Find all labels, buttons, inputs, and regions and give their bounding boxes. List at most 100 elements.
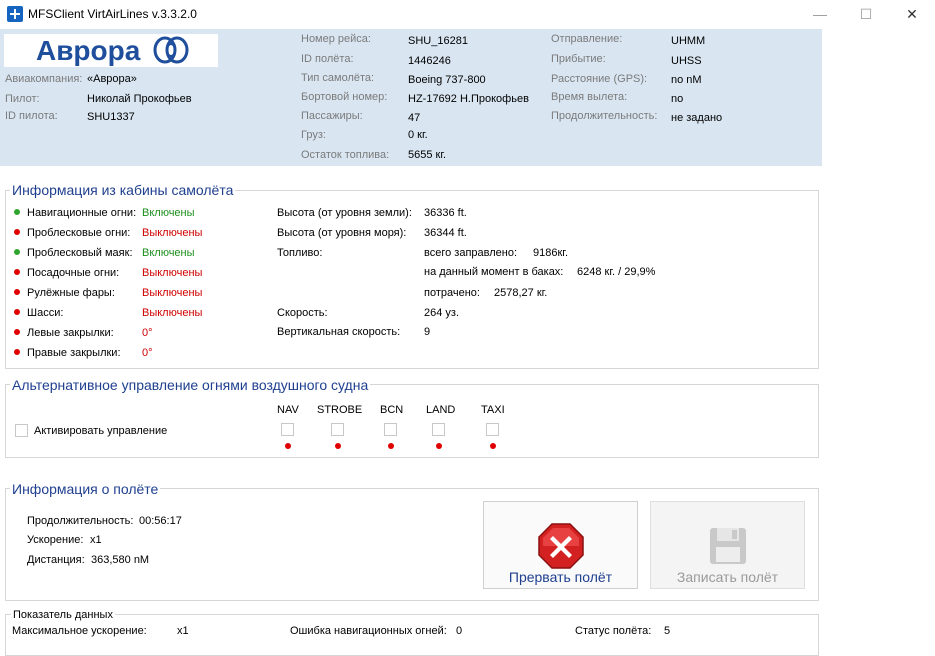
nav-error-value: 0: [456, 625, 463, 637]
acceleration-value: x1: [90, 534, 102, 546]
nav-light-checkbox[interactable]: [281, 423, 294, 436]
tail-number-value: HZ-17692 Н.Прокофьев: [408, 93, 529, 105]
status-dot-icon: [14, 229, 20, 235]
land-light-indicator: [436, 443, 442, 449]
status-dot-icon: [14, 269, 20, 275]
nav-light-label: NAV: [277, 404, 299, 416]
pilot-id-value: SHU1337: [87, 111, 135, 123]
save-flight-label: Записать полёт: [676, 569, 779, 585]
right-flaps-label: Правые закрылки:: [27, 347, 121, 359]
fuel-used-label: потрачено:: [424, 287, 480, 299]
status-dot-icon: [14, 329, 20, 335]
abort-flight-label: Прервать полёт: [508, 569, 613, 585]
arrival-label: Прибытие:: [551, 53, 606, 65]
airline-value: «Аврора»: [87, 73, 137, 85]
airline-label: Авиакомпания:: [5, 73, 83, 85]
left-flaps-value: 0°: [142, 327, 153, 339]
flight-status-value: 5: [664, 625, 671, 637]
airplane-app-icon: [7, 6, 23, 22]
fuel-now-label: на данный момент в баках:: [424, 266, 564, 278]
alt-sea-label: Высота (от уровня моря):: [277, 227, 407, 239]
logo-rings-icon: [153, 36, 189, 64]
taxi-lights-value: Выключены: [142, 287, 203, 299]
land-light-checkbox[interactable]: [432, 423, 445, 436]
stop-x-icon: [538, 523, 584, 569]
status-dot-icon: [14, 289, 20, 295]
activate-control-label: Активировать управление: [34, 425, 168, 437]
pilot-label: Пилот:: [5, 93, 40, 105]
nav-light-indicator: [285, 443, 291, 449]
strobe-light-label: STROBE: [317, 404, 363, 416]
window-title: MFSClient VirtAirLines v.3.3.2.0: [28, 7, 197, 21]
aircraft-type-label: Тип самолёта:: [301, 72, 375, 84]
activate-control-checkbox[interactable]: [15, 424, 28, 437]
fuel-total-label: всего заправлено:: [424, 247, 518, 259]
strobe-lights-label: Проблесковые огни:: [27, 227, 131, 239]
cargo-label: Груз:: [301, 129, 326, 141]
minimize-button[interactable]: —: [797, 0, 843, 29]
taxi-lights-label: Рулёжные фары:: [27, 287, 115, 299]
gear-value: Выключены: [142, 307, 203, 319]
arrival-value: UHSS: [671, 55, 702, 67]
land-light-label: LAND: [426, 404, 456, 416]
duration-label: Продолжительность:: [551, 110, 658, 122]
taxi-light-label: TAXI: [481, 404, 505, 416]
left-flaps-label: Левые закрылки:: [27, 327, 114, 339]
vspeed-label: Вертикальная скорость:: [277, 326, 401, 338]
departure-time-value: no: [671, 93, 684, 105]
aircraft-type-value: Boeing 737-800: [408, 74, 486, 86]
status-dot-icon: [14, 249, 20, 255]
cockpit-info-title: Информация из кабины самолёта: [10, 182, 236, 198]
nav-error-label: Ошибка навигационных огней:: [290, 625, 447, 637]
strobe-lights-value: Выключены: [142, 227, 203, 239]
alt-ground-value: 36336 ft.: [424, 207, 467, 219]
fuel-remaining-label: Остаток топлива:: [301, 149, 390, 161]
pilot-id-label: ID пилота:: [5, 110, 58, 122]
flight-duration-value: 00:56:17: [139, 515, 182, 527]
fuel-remaining-value: 5655 кг.: [408, 149, 447, 161]
beacon-value: Включены: [142, 247, 195, 259]
flight-id-label: ID полёта:: [301, 53, 354, 65]
nav-lights-value: Включены: [142, 207, 195, 219]
floppy-disk-icon: [710, 528, 746, 564]
distance-value: 363,580 nM: [91, 554, 150, 566]
fuel-total-value: 9186кг.: [533, 247, 569, 259]
passengers-value: 47: [408, 112, 421, 124]
abort-flight-button[interactable]: Прервать полёт: [483, 501, 638, 589]
departure-value: UHMM: [671, 35, 706, 47]
title-bar: MFSClient VirtAirLines v.3.3.2.0 — ☐ ✕: [0, 0, 935, 29]
taxi-light-indicator: [490, 443, 496, 449]
status-dot-icon: [14, 349, 20, 355]
maximize-button[interactable]: ☐: [843, 0, 889, 29]
flight-status-label: Статус полёта:: [575, 625, 652, 637]
acceleration-label: Ускорение:: [27, 534, 84, 546]
fuel-now-value: 6248 кг. / 29,9%: [577, 266, 656, 278]
tail-number-label: Бортовой номер:: [301, 91, 388, 103]
alt-ground-label: Высота (от уровня земли):: [277, 207, 412, 219]
right-flaps-value: 0°: [142, 347, 153, 359]
max-accel-value: x1: [177, 625, 189, 637]
vspeed-value: 9: [424, 326, 431, 338]
save-flight-button[interactable]: Записать полёт: [650, 501, 805, 589]
status-dot-icon: [14, 309, 20, 315]
strobe-light-checkbox[interactable]: [331, 423, 344, 436]
taxi-light-checkbox[interactable]: [486, 423, 499, 436]
distance-label: Дистанция:: [27, 554, 85, 566]
airline-logo: Аврора: [4, 34, 218, 67]
beacon-light-label: BCN: [380, 404, 404, 416]
max-accel-label: Максимальное ускорение:: [12, 625, 147, 637]
alt-lights-group: [5, 384, 819, 458]
speed-label: Скорость:: [277, 307, 328, 319]
cargo-value: 0 кг.: [408, 129, 428, 141]
strobe-light-indicator: [335, 443, 341, 449]
logo-text: Аврора: [36, 35, 141, 66]
beacon-light-checkbox[interactable]: [384, 423, 397, 436]
speed-value: 264 уз.: [424, 307, 460, 319]
flight-number-value: SHU_16281: [408, 35, 468, 47]
close-button[interactable]: ✕: [889, 0, 935, 29]
flight-number-label: Номер рейса:: [301, 33, 371, 45]
fuel-used-value: 2578,27 кг.: [494, 287, 548, 299]
alt-lights-title: Альтернативное управление огнями воздушн…: [10, 377, 371, 393]
data-indicator-title: Показатель данных: [11, 609, 115, 621]
beacon-light-indicator: [388, 443, 394, 449]
